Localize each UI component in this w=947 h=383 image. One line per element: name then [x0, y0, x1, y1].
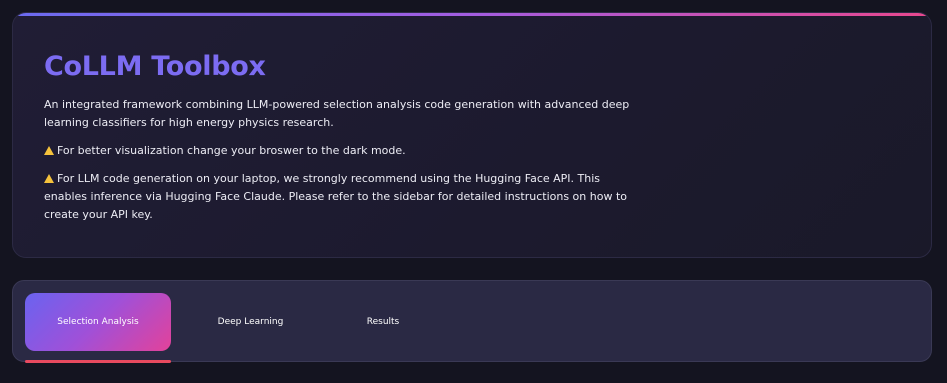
warning-icon: [44, 146, 54, 155]
page-title: CoLLM Toolbox: [44, 51, 266, 82]
tab-deep-learning[interactable]: Deep Learning: [193, 293, 308, 351]
warning-icon: [44, 174, 54, 183]
dark-mode-notice-text: For better visualization change your bro…: [57, 144, 406, 157]
active-tab-indicator: [25, 360, 171, 363]
dark-mode-notice: For better visualization change your bro…: [44, 142, 644, 160]
tab-bar: Selection Analysis Deep Learning Results: [12, 280, 932, 363]
header-accent-bar: [13, 13, 931, 16]
header-card: CoLLM Toolbox An integrated framework co…: [12, 12, 932, 258]
api-notice: For LLM code generation on your laptop, …: [44, 170, 644, 224]
app-description: An integrated framework combining LLM-po…: [44, 98, 630, 129]
api-notice-text: For LLM code generation on your laptop, …: [44, 172, 627, 221]
tab-selection-analysis[interactable]: Selection Analysis: [25, 293, 171, 351]
tab-results[interactable]: Results: [328, 293, 438, 351]
